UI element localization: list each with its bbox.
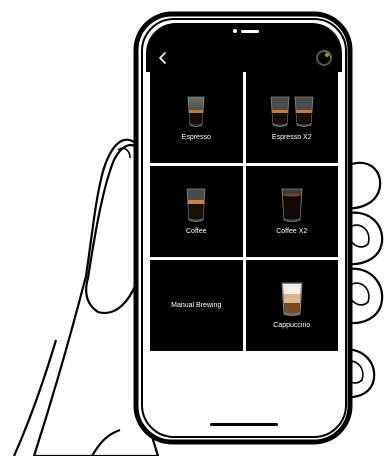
tile-manual-brewing[interactable]: Manual Brewing [150, 260, 243, 351]
espresso-cup-icon [187, 96, 205, 127]
status-bar [146, 23, 342, 45]
chevron-left-icon [159, 52, 166, 64]
home-indicator[interactable] [210, 423, 278, 426]
notch [207, 23, 281, 40]
coffee-cup-icon [186, 188, 206, 222]
front-camera [233, 29, 237, 33]
back-button[interactable] [154, 48, 172, 68]
cappuccino-cup-icon [281, 282, 303, 316]
tile-espresso[interactable]: Espresso [150, 72, 243, 163]
dark-coffee-cup-icon [281, 188, 303, 222]
tile-label: Coffee X2 [276, 228, 308, 235]
speaker-grille [241, 30, 259, 33]
recipe-grid: Espresso Espresso X2 Coffee Coffee X2 Ma… [150, 72, 338, 351]
tile-label: Espresso X2 [271, 134, 312, 141]
phone-screen: Espresso Espresso X2 Coffee Coffee X2 Ma… [146, 23, 342, 434]
double-espresso-cups-icon [270, 96, 314, 127]
tile-espresso-x2[interactable]: Espresso X2 [245, 72, 338, 163]
app-header [146, 45, 342, 72]
tile-coffee[interactable]: Coffee [150, 166, 243, 257]
tile-coffee-x2[interactable]: Coffee X2 [245, 166, 338, 257]
tile-label: Espresso [181, 134, 211, 141]
tile-label: Cappuccino [273, 322, 311, 329]
tile-cappuccino[interactable]: Cappuccino [245, 260, 338, 351]
tile-label: Coffee [186, 228, 207, 235]
ring-progress-icon [316, 50, 332, 66]
tile-label: Manual Brewing [171, 302, 222, 309]
